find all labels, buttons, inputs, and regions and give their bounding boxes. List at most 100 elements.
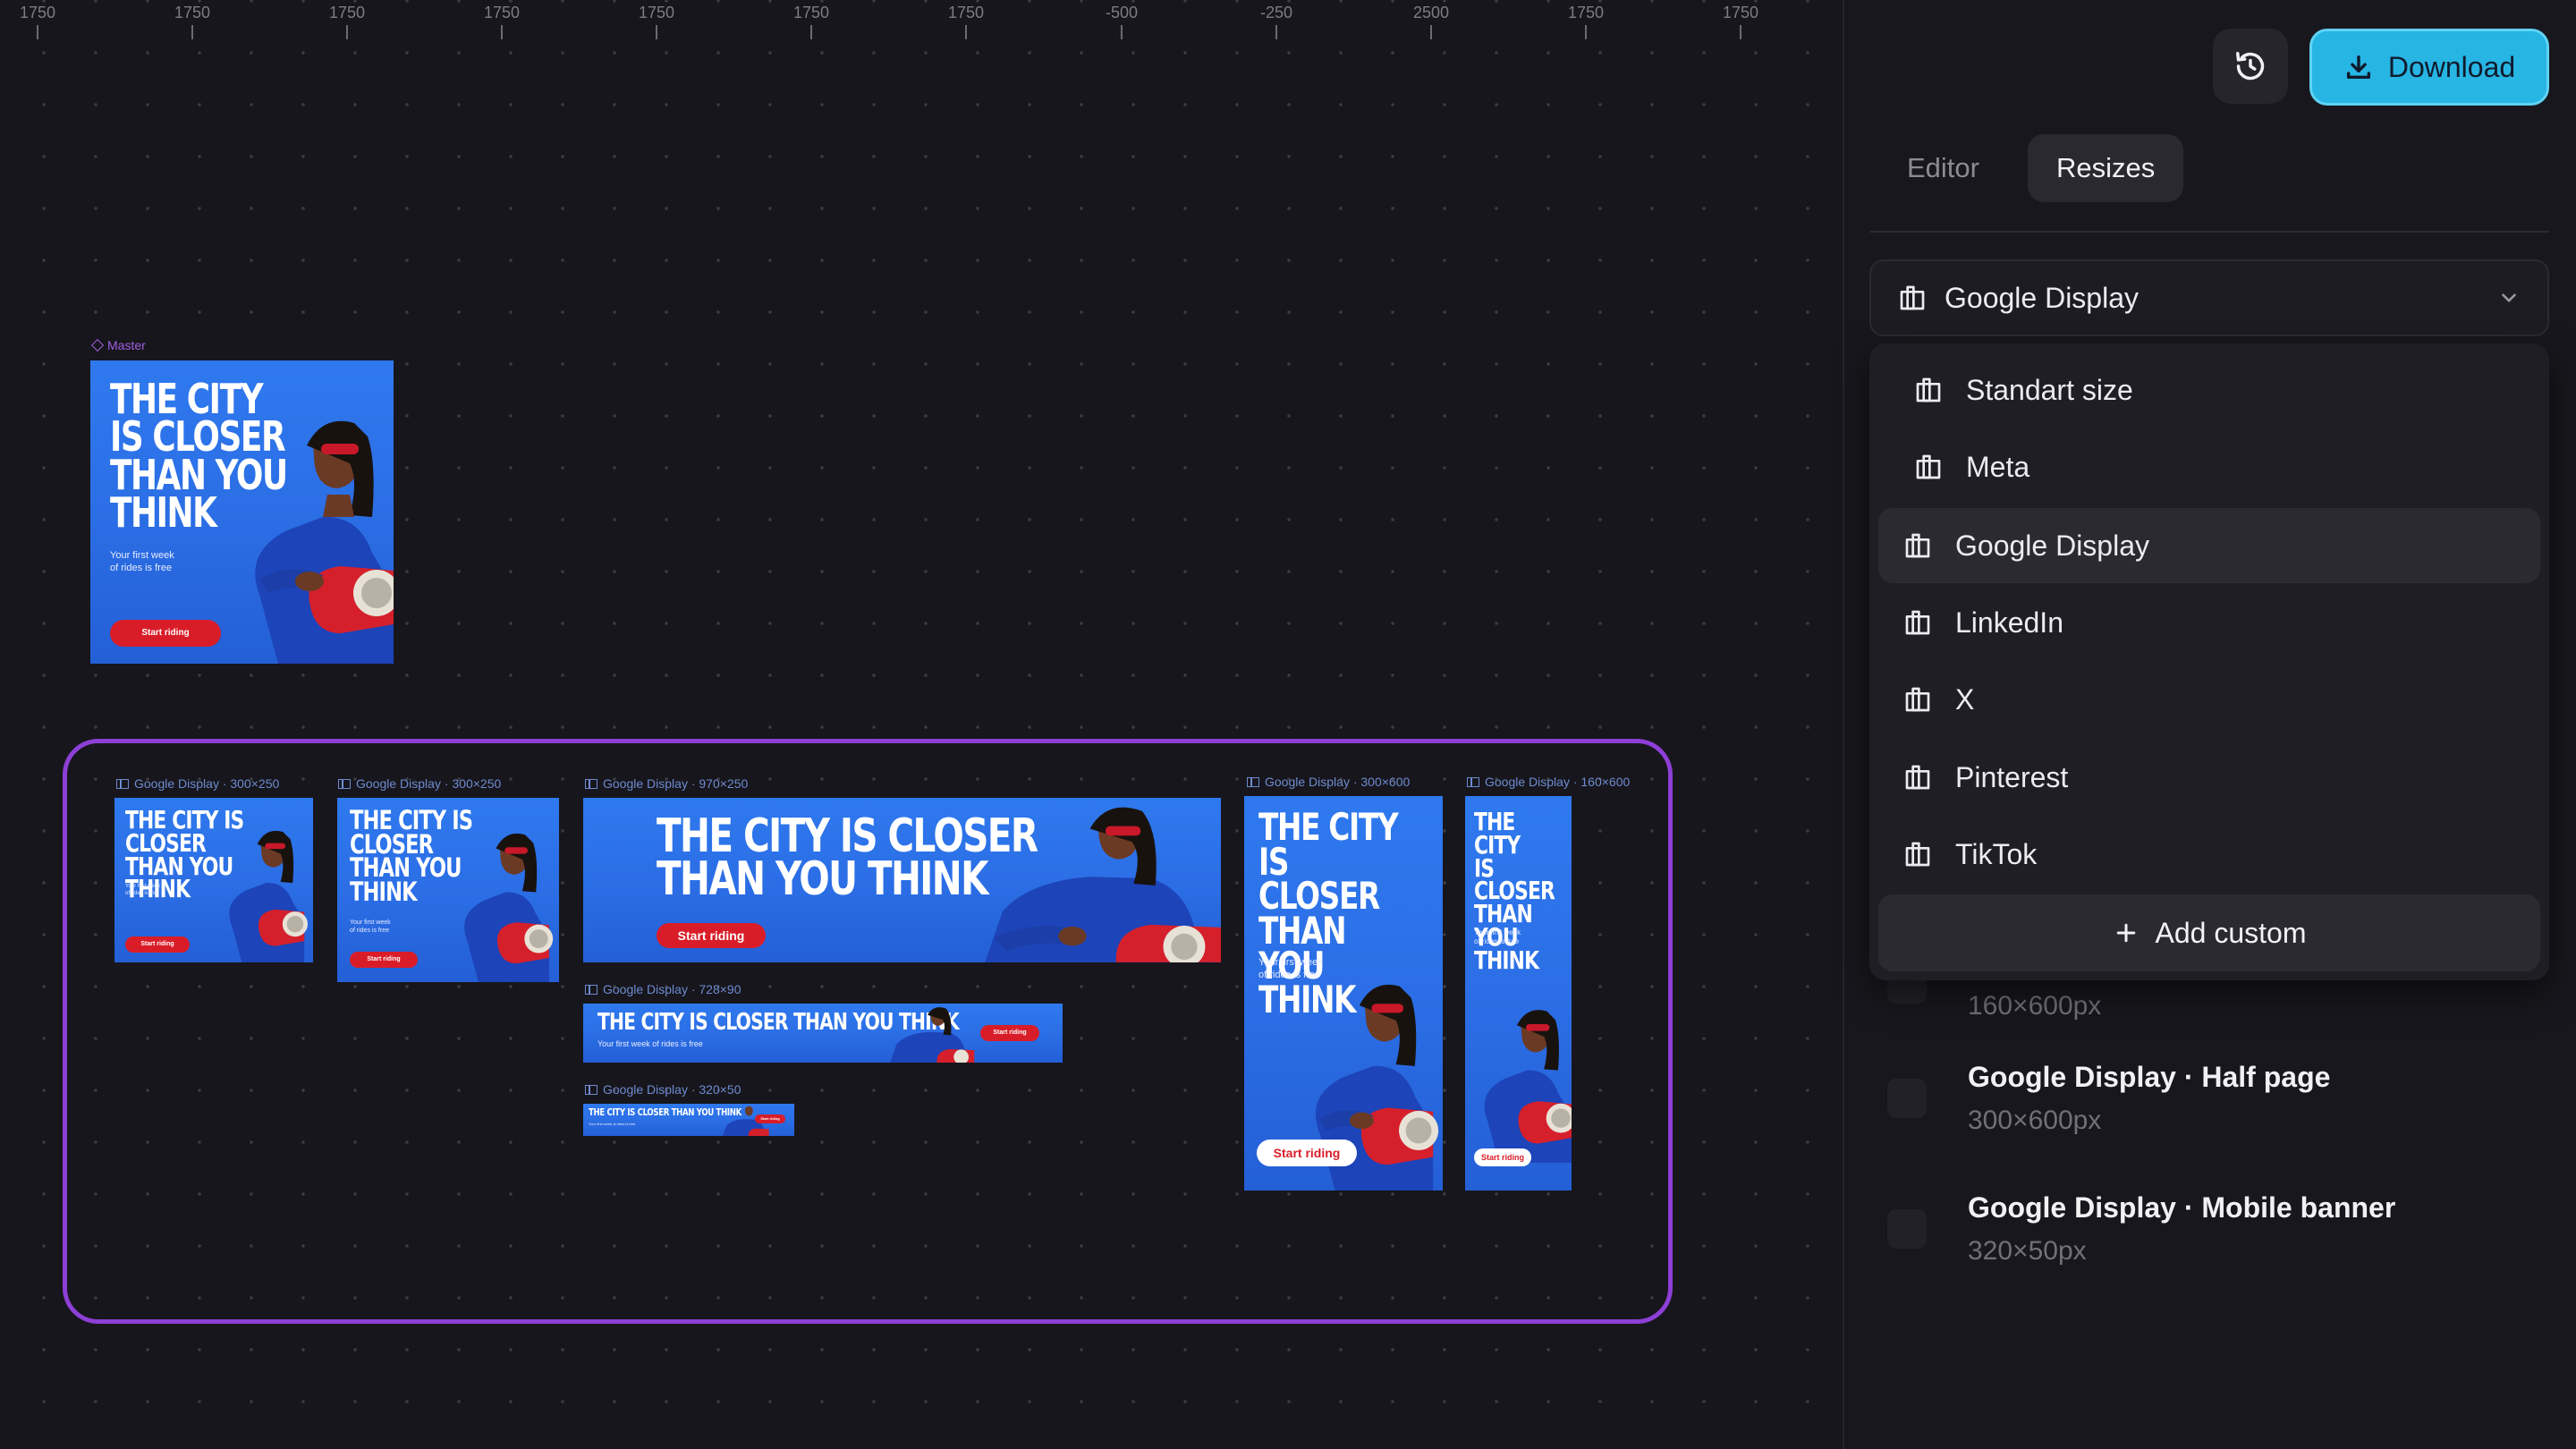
ruler-tick [37,25,38,39]
frame-label-text: Google Display · 970×250 [603,776,749,791]
ad-cta-button[interactable]: Start riding [755,1114,785,1123]
frame-label[interactable]: Google Display · 300×250 [338,776,501,791]
rider-illustration [464,833,554,982]
dropdown-selected: Google Display [1945,281,2139,314]
ruler-label: 1750 [174,4,211,21]
frame-label[interactable]: Google Display · 160×600 [1467,775,1630,789]
layout-icon [585,984,597,995]
ad-cta-button[interactable]: Start riding [1257,1140,1357,1166]
frame-label-text: Google Display · 728×90 [603,982,741,996]
frame-label[interactable]: Google Display · 300×250 [116,776,279,791]
add-custom-button[interactable]: Add custom [1878,894,2540,971]
ad-subtext: Your first week of rides is free [350,919,391,934]
layout-icon [1905,842,1930,867]
layout-icon [1247,776,1259,787]
download-label: Download [2387,50,2516,83]
rider-illustration [985,807,1221,962]
ad-300x250[interactable]: THE CITY IS CLOSER THAN YOU THINK Your f… [337,798,559,982]
ad-970x250[interactable]: THE CITY IS CLOSER THAN YOU THINK Start … [583,798,1221,962]
download-button[interactable]: Download [2309,29,2549,106]
menu-item-label: Standart size [1966,373,2133,406]
menu-item-linkedin[interactable]: LinkedIn [1878,585,2540,660]
ad-subtext: Your first week of rides is free [125,884,161,896]
ruler-tick [346,25,348,39]
menu-item-pinterest[interactable]: Pinterest [1878,740,2540,815]
frame-label-text: Google Display · 300×600 [1265,775,1411,789]
platform-menu: Standart size Meta Google Display Linked… [1869,343,2549,980]
checkbox[interactable] [1887,1079,1927,1118]
ruler-label: 1750 [947,4,985,21]
menu-item-x[interactable]: X [1878,662,2540,737]
layout-icon [1905,533,1930,558]
ruler-tick [1275,25,1277,39]
tab-bar: Editor Resizes [1878,134,2184,202]
master-frame-label[interactable]: Master [90,338,146,352]
layout-icon [1905,765,1930,790]
ad-headline: THE CITY IS CLOSER THAN YOU THINK [1474,807,1555,975]
ruler-label: 1750 [19,4,56,21]
component-icon [90,338,105,352]
frame-label[interactable]: Google Display · 300×600 [1247,775,1410,789]
platform-dropdown[interactable]: Google Display [1869,259,2549,336]
rider-illustration [890,1007,975,1063]
frame-label[interactable]: Google Display · 320×50 [585,1082,741,1097]
ruler-tick [191,25,193,39]
layout-icon [116,778,129,789]
layout-icon [1900,285,1925,310]
menu-item-standart-size[interactable]: Standart size [1878,352,2540,428]
ruler-tick [965,25,967,39]
ad-300x250[interactable]: THE CITY IS CLOSER THAN YOU THINK Your f… [114,798,313,962]
checkbox[interactable] [1887,1209,1927,1249]
add-custom-label: Add custom [2155,916,2307,949]
layout-icon [1905,687,1930,712]
frame-label[interactable]: Google Display · 970×250 [585,776,748,791]
ad-160x600[interactable]: THE CITY IS CLOSER THAN YOU THINK Your f… [1465,796,1572,1191]
layout-icon [1467,776,1479,787]
ad-cta-button[interactable]: Start riding [350,952,418,968]
master-ad[interactable]: THE CITY IS CLOSER THAN YOU THINK Your f… [90,360,394,664]
ad-320x50[interactable]: THE CITY IS CLOSER THAN YOU THINK Your f… [583,1104,794,1136]
ad-cta-button[interactable]: Start riding [657,923,766,948]
ad-subtext: Your first week of rides is free [589,1122,636,1126]
ruler-label: 1750 [1567,4,1605,21]
history-button[interactable] [2213,29,2288,104]
ruler-label: 1750 [638,4,675,21]
ruler-label: -500 [1105,4,1139,21]
ruler-tick [501,25,503,39]
frame-label-text: Google Display · 300×250 [356,776,502,791]
ruler-tick [1585,25,1587,39]
ruler-tick [1121,25,1123,39]
ruler-tick [1430,25,1432,39]
menu-item-meta[interactable]: Meta [1878,429,2540,504]
ruler-tick [656,25,657,39]
design-canvas[interactable]: 1750 1750 1750 1750 1750 1750 1750 -500 … [0,0,1843,1449]
ad-728x90[interactable]: THE CITY IS CLOSER THAN YOU THINK Your f… [583,1004,1063,1063]
divider [1869,231,2549,233]
menu-item-tiktok[interactable]: TikTok [1878,817,2540,892]
menu-item-label: TikTok [1955,837,2038,870]
ad-cta-button[interactable]: Start riding [125,936,190,953]
resize-size: 300×600px [1968,1106,2102,1135]
menu-item-label: Meta [1966,450,2030,483]
frame-label[interactable]: Google Display · 728×90 [585,982,741,996]
resize-size: 320×50px [1968,1236,2087,1266]
menu-item-label: X [1955,682,1975,716]
ad-subtext: Your first week of rides is free [597,1039,703,1048]
menu-item-google-display[interactable]: Google Display [1878,508,2540,583]
ad-cta-button[interactable]: Start riding [110,620,221,647]
menu-item-label: Google Display [1955,529,2149,562]
ruler-label: 1750 [328,4,366,21]
frame-label-text: Google Display · 300×250 [134,776,280,791]
layout-icon [585,1084,597,1095]
tab-editor[interactable]: Editor [1878,134,2008,202]
frame-label-text: Google Display · 160×600 [1485,775,1631,789]
ad-300x600[interactable]: THE CITY IS CLOSER THAN YOU THINK Your f… [1244,796,1443,1191]
rider-illustration [255,420,394,664]
layout-icon [1905,610,1930,635]
tab-resizes[interactable]: Resizes [2027,134,2184,202]
ad-cta-button[interactable]: Start riding [980,1025,1039,1041]
ad-cta-button[interactable]: Start riding [1474,1148,1531,1166]
resize-size: 160×600px [1968,991,2102,1021]
ruler-label: 2500 [1412,4,1450,21]
ruler-label: 1750 [792,4,830,21]
